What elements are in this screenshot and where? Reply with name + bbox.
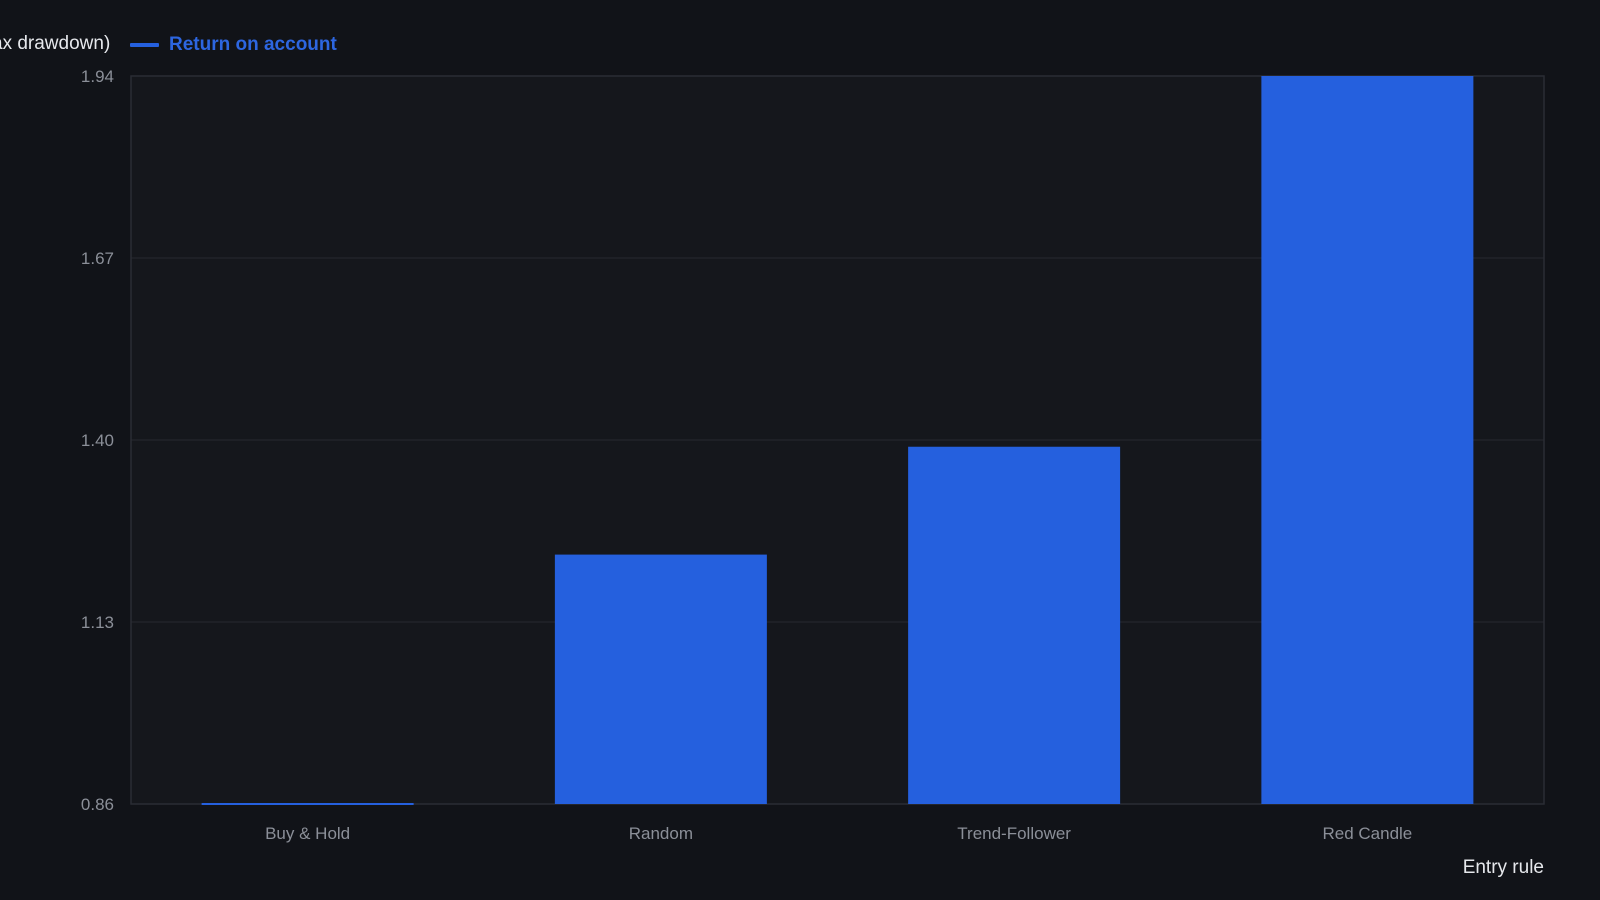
y-tick-label: 0.86 [81,795,114,814]
y-tick-label: 1.67 [81,249,114,268]
bar [1261,76,1474,804]
y-tick-label: 1.13 [81,613,114,632]
x-axis-label: Entry rule [1462,857,1544,878]
x-tick-label: Random [629,824,693,843]
x-tick-label: Buy & Hold [265,824,350,843]
chart-container: ax drawdown) Return on account 0.86 1.13 1… [0,0,1600,900]
bar [554,554,767,804]
bar [908,446,1121,804]
y-tick-label: 1.40 [81,431,114,450]
bar-chart-plot: 0.86 1.13 1.40 1.67 1.94 Buy & Hold Random Tren… [81,67,1545,843]
x-tick-label: Red Candle [1322,824,1412,843]
bar [201,803,414,805]
y-tick-label: 1.94 [81,67,114,86]
x-tick-label: Trend-Follower [957,824,1071,843]
